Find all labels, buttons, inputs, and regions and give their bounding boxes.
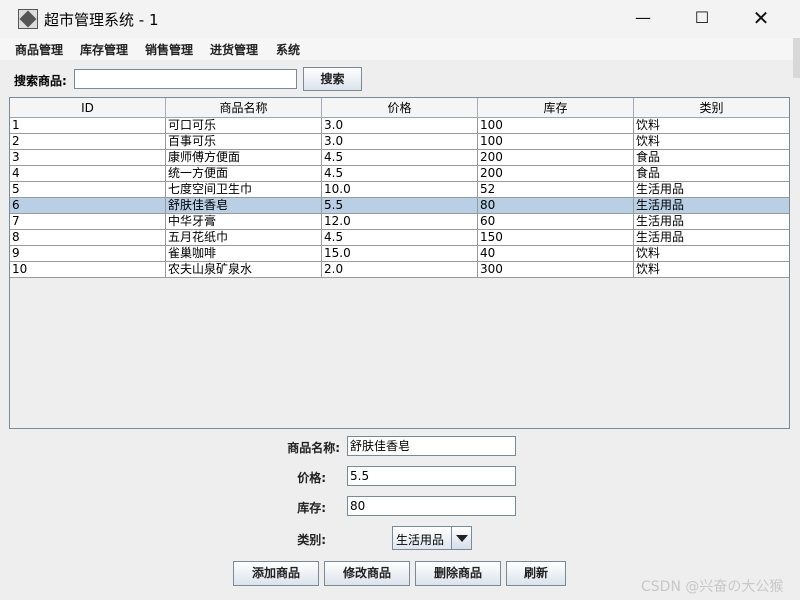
menu-item-sales[interactable]: 销售管理 bbox=[145, 41, 193, 58]
column-header-name[interactable]: 商品名称 bbox=[166, 98, 322, 118]
add-product-button[interactable]: 添加商品 bbox=[233, 561, 319, 586]
cell-price: 10.0 bbox=[322, 182, 478, 198]
watermark-text: CSDN @兴奋の大公猴 bbox=[641, 579, 784, 595]
minimize-button[interactable]: — bbox=[614, 0, 672, 38]
cell-category: 饮料 bbox=[636, 134, 661, 148]
cell-id: 3 bbox=[10, 150, 166, 166]
cell-category: 生活用品 bbox=[636, 230, 685, 244]
search-label: 搜索商品: bbox=[14, 74, 67, 88]
table-row[interactable]: 10 农夫山泉矿泉水 2.0 300 饮料 bbox=[10, 262, 789, 278]
column-header-id[interactable]: ID bbox=[10, 98, 166, 118]
cell-stock: 100 bbox=[478, 118, 634, 134]
app-logo-icon bbox=[18, 9, 38, 29]
delete-product-button[interactable]: 删除商品 bbox=[415, 561, 501, 586]
cell-category: 饮料 bbox=[636, 118, 661, 132]
cell-stock: 200 bbox=[478, 166, 634, 182]
cell-category: 食品 bbox=[636, 166, 661, 180]
title-bar: 超市管理系统 - 1 — ☐ ✕ bbox=[0, 0, 800, 38]
cell-stock: 300 bbox=[478, 262, 634, 278]
cell-id: 6 bbox=[10, 198, 166, 214]
category-select[interactable]: 生活用品 bbox=[392, 526, 472, 550]
table-row[interactable]: 8 五月花纸巾 4.5 150 生活用品 bbox=[10, 230, 789, 246]
cell-name: 五月花纸巾 bbox=[166, 230, 322, 246]
background-window-edge bbox=[793, 38, 800, 78]
table-row[interactable]: 7 中华牙膏 12.0 60 生活用品 bbox=[10, 214, 789, 230]
menu-item-inventory[interactable]: 库存管理 bbox=[80, 41, 128, 58]
column-header-category[interactable]: 类别 bbox=[634, 98, 789, 118]
cell-price: 4.5 bbox=[322, 230, 478, 246]
table-row[interactable]: 1 可口可乐 3.0 100 饮料 bbox=[10, 118, 789, 134]
table-header: ID 商品名称 价格 库存 类别 bbox=[10, 98, 789, 118]
cell-stock: 80 bbox=[478, 198, 634, 214]
cell-name: 雀巢咖啡 bbox=[166, 246, 322, 262]
cell-id: 2 bbox=[10, 134, 166, 150]
cell-stock: 200 bbox=[478, 150, 634, 166]
cell-name: 统一方便面 bbox=[166, 166, 322, 182]
cell-id: 10 bbox=[10, 262, 166, 278]
cell-category: 生活用品 bbox=[636, 198, 685, 212]
table-row[interactable]: 5 七度空间卫生巾 10.0 52 生活用品 bbox=[10, 182, 789, 198]
menu-bar: 商品管理 库存管理 销售管理 进货管理 系统 bbox=[0, 38, 800, 60]
cell-name: 可口可乐 bbox=[166, 118, 322, 134]
menu-item-product[interactable]: 商品管理 bbox=[15, 41, 63, 58]
stock-label: 库存: bbox=[297, 501, 326, 515]
window-title: 超市管理系统 - 1 bbox=[44, 11, 159, 29]
cell-name: 百事可乐 bbox=[166, 134, 322, 150]
category-select-value: 生活用品 bbox=[396, 533, 445, 547]
chevron-down-icon[interactable] bbox=[451, 527, 471, 549]
cell-price: 12.0 bbox=[322, 214, 478, 230]
cell-id: 1 bbox=[10, 118, 166, 134]
menu-item-purchase[interactable]: 进货管理 bbox=[210, 41, 258, 58]
cell-stock: 52 bbox=[478, 182, 634, 198]
cell-id: 4 bbox=[10, 166, 166, 182]
category-label: 类别: bbox=[297, 533, 326, 547]
cell-name: 农夫山泉矿泉水 bbox=[166, 262, 322, 278]
name-label: 商品名称: bbox=[287, 441, 340, 455]
cell-name: 舒肤佳香皂 bbox=[166, 198, 322, 214]
price-label: 价格: bbox=[297, 471, 326, 485]
cell-name: 康师傅方便面 bbox=[166, 150, 322, 166]
edit-product-button[interactable]: 修改商品 bbox=[324, 561, 410, 586]
cell-price: 15.0 bbox=[322, 246, 478, 262]
refresh-button[interactable]: 刷新 bbox=[506, 561, 566, 586]
search-input[interactable] bbox=[74, 69, 297, 89]
cell-name: 中华牙膏 bbox=[166, 214, 322, 230]
cell-id: 8 bbox=[10, 230, 166, 246]
cell-category: 生活用品 bbox=[636, 214, 685, 228]
table-row[interactable]: 4 统一方便面 4.5 200 食品 bbox=[10, 166, 789, 182]
cell-category: 生活用品 bbox=[636, 182, 685, 196]
cell-price: 4.5 bbox=[322, 166, 478, 182]
table-row[interactable]: 9 雀巢咖啡 15.0 40 饮料 bbox=[10, 246, 789, 262]
maximize-button[interactable]: ☐ bbox=[673, 0, 731, 38]
cell-category: 食品 bbox=[636, 150, 661, 164]
cell-price: 3.0 bbox=[322, 118, 478, 134]
column-header-price[interactable]: 价格 bbox=[322, 98, 478, 118]
stock-field[interactable]: 80 bbox=[347, 496, 516, 516]
table-row[interactable]: 6 舒肤佳香皂 5.5 80 生活用品 bbox=[10, 198, 789, 214]
price-field[interactable]: 5.5 bbox=[347, 466, 516, 486]
app-window: 超市管理系统 - 1 — ☐ ✕ 商品管理 库存管理 销售管理 进货管理 系统 … bbox=[0, 0, 800, 600]
menu-item-system[interactable]: 系统 bbox=[276, 41, 300, 58]
cell-id: 5 bbox=[10, 182, 166, 198]
cell-price: 4.5 bbox=[322, 150, 478, 166]
cell-id: 7 bbox=[10, 214, 166, 230]
name-field[interactable]: 舒肤佳香皂 bbox=[347, 436, 516, 456]
cell-stock: 40 bbox=[478, 246, 634, 262]
cell-stock: 60 bbox=[478, 214, 634, 230]
cell-name: 七度空间卫生巾 bbox=[166, 182, 322, 198]
cell-category: 饮料 bbox=[636, 246, 661, 260]
cell-price: 2.0 bbox=[322, 262, 478, 278]
product-table: ID 商品名称 价格 库存 类别 1 可口可乐 3.0 100 饮料 2 百事可乐 3.0 10… bbox=[9, 97, 790, 429]
column-header-stock[interactable]: 库存 bbox=[478, 98, 634, 118]
cell-price: 3.0 bbox=[322, 134, 478, 150]
cell-stock: 100 bbox=[478, 134, 634, 150]
cell-id: 9 bbox=[10, 246, 166, 262]
cell-stock: 150 bbox=[478, 230, 634, 246]
close-button[interactable]: ✕ bbox=[732, 0, 790, 38]
search-button[interactable]: 搜索 bbox=[303, 67, 362, 91]
cell-price: 5.5 bbox=[322, 198, 478, 214]
table-row[interactable]: 2 百事可乐 3.0 100 饮料 bbox=[10, 134, 789, 150]
cell-category: 饮料 bbox=[636, 262, 661, 276]
table-row[interactable]: 3 康师傅方便面 4.5 200 食品 bbox=[10, 150, 789, 166]
